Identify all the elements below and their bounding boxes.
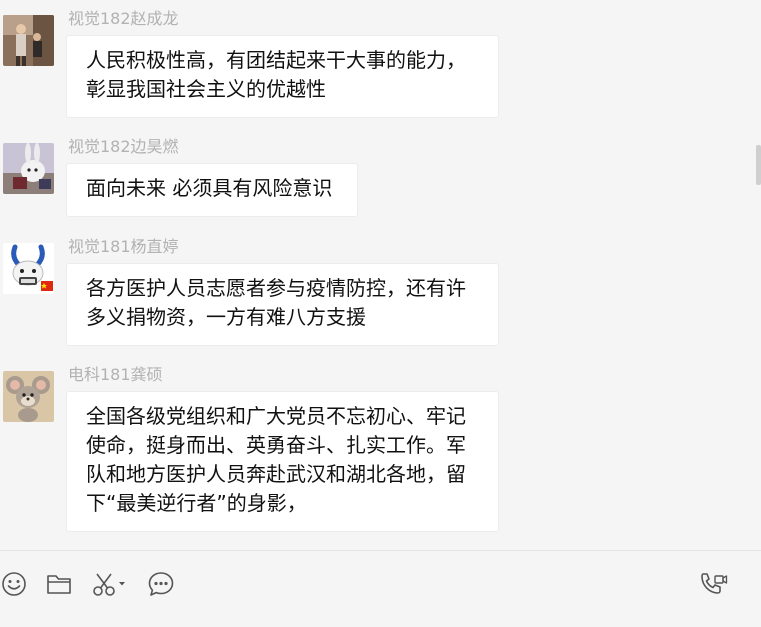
video-call-icon[interactable] bbox=[697, 569, 729, 599]
message-text: 面向未来 必须具有风险意识 bbox=[86, 176, 333, 200]
message-bubble[interactable]: 面向未来 必须具有风险意识 bbox=[66, 163, 358, 217]
chat-message-area[interactable]: 视觉182赵成龙 人民积极性高，有团结起来干大事的能力， 彰显我国社会主义的优越… bbox=[0, 0, 761, 550]
emoji-icon[interactable] bbox=[0, 569, 28, 599]
sender-name: 视觉182边昊燃 bbox=[68, 137, 179, 156]
message-item: 视觉182边昊燃 面向未来 必须具有风险意识 bbox=[0, 137, 740, 221]
sender-name: 视觉182赵成龙 bbox=[68, 9, 179, 28]
cartoon-mouse-avatar-icon[interactable] bbox=[3, 371, 54, 422]
sender-name: 视觉181杨直婷 bbox=[68, 237, 179, 256]
screenshot-scissors-icon[interactable] bbox=[90, 569, 128, 599]
message-item: 电科181龚硕 全国各级党组织和广大党员不忘初心、牢记 使命，挺身而出、英勇奋斗… bbox=[0, 365, 740, 535]
message-text: 全国各级党组织和广大党员不忘初心、牢记 使命，挺身而出、英勇奋斗、扎实工作。军 … bbox=[86, 404, 466, 515]
message-text: 人民积极性高，有团结起来干大事的能力， 彰显我国社会主义的优越性 bbox=[86, 48, 466, 101]
message-bubble[interactable]: 全国各级党组织和广大党员不忘初心、牢记 使命，挺身而出、英勇奋斗、扎实工作。军 … bbox=[66, 391, 499, 532]
cartoon-bunny-flag-avatar-icon[interactable] bbox=[3, 243, 54, 294]
message-input-area[interactable] bbox=[0, 551, 761, 627]
message-item: 视觉182赵成龙 人民积极性高，有团结起来干大事的能力， 彰显我国社会主义的优越… bbox=[0, 9, 740, 121]
message-text: 各方医护人员志愿者参与疫情防控，还有许 多义捐物资，一方有难八方支援 bbox=[86, 276, 466, 329]
sender-name: 电科181龚硕 bbox=[68, 365, 163, 384]
message-bubble[interactable]: 人民积极性高，有团结起来干大事的能力， 彰显我国社会主义的优越性 bbox=[66, 35, 499, 118]
rabbit-plush-avatar-icon[interactable] bbox=[3, 143, 54, 194]
folder-icon[interactable] bbox=[45, 569, 73, 599]
chat-history-icon[interactable] bbox=[146, 569, 176, 599]
message-item: 视觉181杨直婷 各方医护人员志愿者参与疫情防控，还有许 多义捐物资，一方有难八… bbox=[0, 237, 740, 349]
scroll-thumb[interactable] bbox=[756, 145, 761, 185]
chat-scrollbar[interactable] bbox=[755, 0, 761, 550]
person-photo-avatar-icon[interactable] bbox=[3, 15, 54, 66]
message-bubble[interactable]: 各方医护人员志愿者参与疫情防控，还有许 多义捐物资，一方有难八方支援 bbox=[66, 263, 499, 346]
